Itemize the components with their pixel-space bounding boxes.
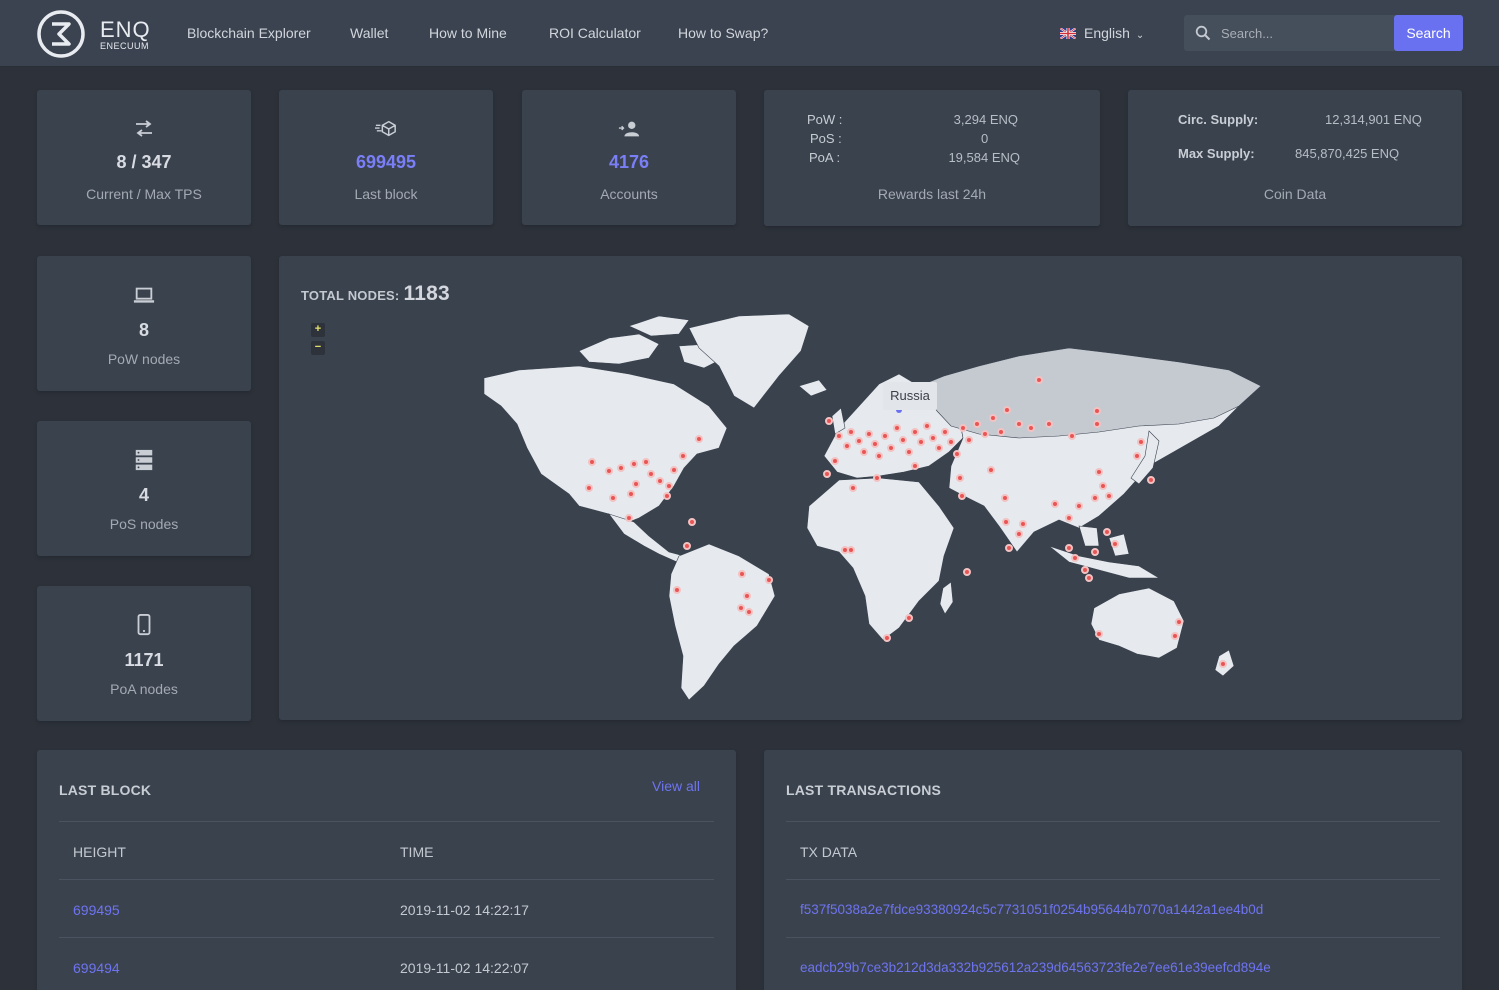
- poa-reward-label: PoA :: [809, 150, 841, 165]
- pow-nodes-value: 8: [138, 320, 149, 340]
- last-block-value[interactable]: 699495: [279, 152, 493, 173]
- last-block-title: LAST BLOCK: [59, 782, 152, 798]
- coin-data-card: Circ. Supply: 12,314,901 ENQ Max Supply:…: [1128, 90, 1462, 226]
- server-icon: [135, 449, 153, 471]
- phone-icon: [137, 614, 151, 636]
- divider: [786, 937, 1440, 938]
- laptop-icon: [133, 287, 155, 303]
- poa-reward-value: 19,584 ENQ: [948, 150, 1020, 165]
- top-navbar: ENQ ENECUUM Blockchain Explorer Wallet H…: [0, 0, 1499, 67]
- logo-icon: [37, 10, 85, 58]
- chevron-down-icon: ⌄: [1135, 30, 1145, 41]
- uk-flag-icon: [1060, 28, 1076, 39]
- user-icon: [618, 121, 640, 137]
- search-button[interactable]: Search: [1394, 15, 1463, 51]
- pow-nodes-card: 8 PoW nodes: [37, 256, 251, 391]
- block-height-link[interactable]: 699495: [73, 902, 120, 918]
- search-input[interactable]: [1184, 15, 1396, 51]
- world-map[interactable]: [279, 256, 1462, 720]
- pow-reward-label: PoW :: [807, 112, 843, 127]
- logo-subtitle: ENECUUM: [100, 41, 150, 51]
- nav-roi-calculator[interactable]: ROI Calculator: [549, 25, 641, 41]
- logo-wordmark: ENQ: [100, 17, 151, 42]
- divider: [59, 879, 714, 880]
- last-block-card[interactable]: 699495 Last block: [279, 90, 493, 225]
- view-all-link[interactable]: View all: [652, 778, 700, 794]
- poa-nodes-value: 1171: [124, 650, 164, 670]
- pos-reward-label: PoS :: [810, 131, 842, 146]
- last-block-panel: LAST BLOCK View all HEIGHT TIME 699495 2…: [37, 750, 736, 990]
- nav-wallet[interactable]: Wallet: [350, 25, 388, 41]
- block-height-link[interactable]: 699494: [73, 960, 120, 976]
- last-transactions-panel: LAST TRANSACTIONS TX DATA f537f5038a2e7f…: [764, 750, 1462, 990]
- divider: [786, 821, 1440, 822]
- column-header-time: TIME: [400, 844, 434, 860]
- map-north-america: [483, 365, 728, 525]
- circ-supply-value: 12,314,901 ENQ: [1325, 112, 1422, 127]
- block-time: 2019-11-02 14:22:17: [400, 902, 529, 918]
- map-africa: [806, 477, 955, 641]
- rewards-caption: Rewards last 24h: [877, 186, 987, 202]
- nav-how-to-mine[interactable]: How to Mine: [429, 25, 507, 41]
- column-header-tx-data: TX DATA: [800, 844, 858, 860]
- map-south-america: [668, 543, 776, 701]
- pow-reward-value: 3,294 ENQ: [953, 112, 1018, 127]
- pos-reward-value: 0: [981, 131, 989, 146]
- search-bar: Search: [1184, 15, 1463, 51]
- poa-nodes-label: PoA nodes: [110, 681, 178, 697]
- tps-card: 8 / 347 Current / Max TPS: [37, 90, 251, 225]
- pos-nodes-card: 4 PoS nodes: [37, 421, 251, 556]
- enecuum-logo[interactable]: ENQ ENECUUM: [36, 9, 166, 59]
- block-time: 2019-11-02 14:22:07: [400, 960, 529, 976]
- divider: [59, 937, 714, 938]
- language-label: English: [1084, 25, 1130, 41]
- circ-supply-label: Circ. Supply:: [1178, 112, 1259, 127]
- search-icon: [1195, 25, 1211, 41]
- accounts-card[interactable]: 4176 Accounts: [522, 90, 736, 225]
- language-selector[interactable]: English ⌄: [1060, 25, 1144, 41]
- tps-label: Current / Max TPS: [86, 186, 202, 202]
- tps-value: 8 / 347: [116, 152, 172, 172]
- max-supply-value: 845,870,425 ENQ: [1295, 146, 1400, 161]
- pow-nodes-label: PoW nodes: [107, 351, 181, 367]
- transfer-icon: [136, 120, 152, 137]
- accounts-value[interactable]: 4176: [522, 152, 736, 173]
- map-australia: [1090, 587, 1185, 659]
- nav-how-to-swap[interactable]: How to Swap?: [678, 25, 768, 41]
- max-supply-label: Max Supply:: [1178, 146, 1255, 161]
- divider: [59, 821, 714, 822]
- tx-hash-link[interactable]: f537f5038a2e7fdce93380924c5c7731051f0254…: [800, 902, 1263, 917]
- pos-nodes-value: 4: [138, 485, 149, 505]
- accounts-label: Accounts: [600, 186, 658, 202]
- last-transactions-title: LAST TRANSACTIONS: [786, 782, 942, 798]
- node-map-card: TOTAL NODES: 1183 + − Russia: [279, 256, 1462, 720]
- last-block-label: Last block: [354, 186, 418, 202]
- poa-nodes-card: 1171 PoA nodes: [37, 586, 251, 721]
- coin-data-caption: Coin Data: [1263, 186, 1327, 202]
- cube-icon: [375, 120, 396, 137]
- nav-blockchain-explorer[interactable]: Blockchain Explorer: [187, 25, 311, 41]
- rewards-card: PoW : 3,294 ENQ PoS : 0 PoA : 19,584 ENQ…: [764, 90, 1100, 226]
- map-tooltip: Russia: [883, 382, 937, 410]
- column-header-height: HEIGHT: [73, 844, 126, 860]
- tx-hash-link[interactable]: eadcb29b7ce3b212d3da332b925612a239d64563…: [800, 960, 1271, 975]
- divider: [786, 879, 1440, 880]
- pos-nodes-label: PoS nodes: [109, 516, 179, 532]
